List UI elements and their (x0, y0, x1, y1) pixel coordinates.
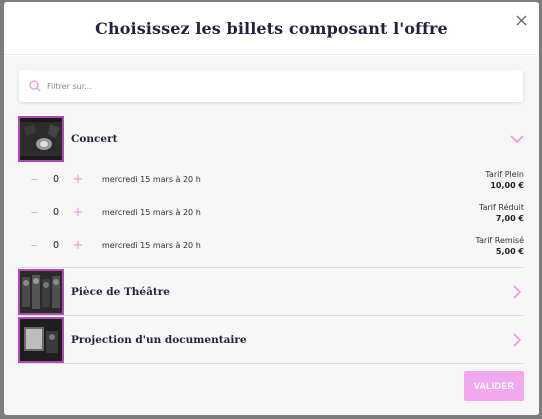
modal-body: Concert – 0 + mercredi 15 mars à 20 h Ta… (4, 56, 539, 415)
ticket-date: mercredi 15 mars à 20 h (102, 175, 201, 184)
ticket-row: – 0 + mercredi 15 mars à 20 h Tarif Remi… (18, 229, 524, 262)
decrement-button[interactable]: – (27, 205, 41, 220)
ticket-price: 5,00 € (495, 246, 524, 256)
chevron-down-icon[interactable] (510, 131, 524, 145)
validate-button[interactable]: VALIDER (464, 371, 524, 401)
event-thumbnail (18, 268, 64, 315)
event-name: Concert (71, 133, 118, 145)
close-icon[interactable] (513, 12, 529, 28)
ticket-quantity: 0 (52, 240, 60, 251)
ticket-price-box: Tarif Remisé 5,00 € (475, 235, 524, 257)
increment-button[interactable]: + (71, 172, 85, 187)
ticket-row: – 0 + mercredi 15 mars à 20 h Tarif Plei… (18, 163, 524, 196)
search-icon (29, 77, 41, 96)
ticket-price-box: Tarif Réduit 7,00 € (479, 202, 524, 224)
ticket-selection-modal: Choisissez les billets composant l'offre (4, 2, 539, 415)
event-name: Projection d'un documentaire (71, 333, 247, 346)
event-row-concert[interactable]: Concert (18, 115, 524, 163)
ticket-tarif: Tarif Réduit (479, 202, 524, 212)
ticket-price: 10,00 € (490, 180, 524, 190)
event-thumbnail (18, 316, 64, 363)
ticket-row: – 0 + mercredi 15 mars à 20 h Tarif Rédu… (18, 196, 524, 229)
ticket-list: – 0 + mercredi 15 mars à 20 h Tarif Plei… (18, 163, 524, 268)
ticket-date: mercredi 15 mars à 20 h (102, 208, 201, 217)
modal-header: Choisissez les billets composant l'offre (4, 2, 539, 55)
event-row-theatre[interactable]: Pièce de Théâtre (18, 268, 524, 316)
decrement-button[interactable]: – (27, 172, 41, 187)
ticket-date: mercredi 15 mars à 20 h (102, 241, 201, 250)
increment-button[interactable]: + (71, 205, 85, 220)
event-list: Concert – 0 + mercredi 15 mars à 20 h Ta… (18, 115, 524, 364)
search-box[interactable] (19, 70, 523, 102)
event-thumbnail (18, 116, 64, 162)
modal-title: Choisissez les billets composant l'offre (95, 18, 448, 38)
search-input[interactable] (47, 81, 497, 91)
ticket-price-box: Tarif Plein 10,00 € (485, 169, 524, 191)
event-row-documentary[interactable]: Projection d'un documentaire (18, 316, 524, 364)
ticket-tarif: Tarif Plein (485, 169, 524, 179)
ticket-quantity: 0 (52, 174, 60, 185)
chevron-right-icon[interactable] (510, 284, 524, 299)
ticket-price: 7,00 € (495, 213, 524, 223)
ticket-tarif: Tarif Remisé (475, 235, 524, 245)
ticket-quantity: 0 (52, 207, 60, 218)
decrement-button[interactable]: – (27, 238, 41, 253)
increment-button[interactable]: + (71, 238, 85, 253)
event-name: Pièce de Théâtre (71, 285, 170, 298)
chevron-right-icon[interactable] (510, 332, 524, 347)
